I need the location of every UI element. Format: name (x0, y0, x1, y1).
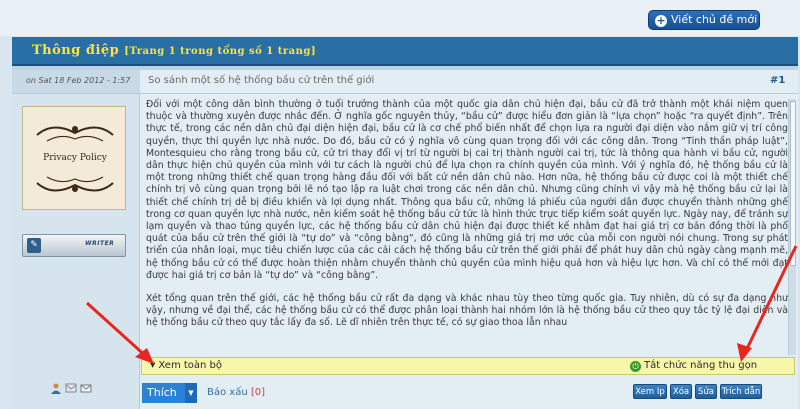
topic-header: Thông điệp [Trang 1 trong tổng số 1 tran… (12, 37, 798, 66)
private-message-icon[interactable] (65, 382, 77, 394)
contact-icons (50, 382, 92, 396)
plus-icon: + (655, 14, 667, 27)
header-page-info: [Trang 1 trong tổng số 1 trang] (124, 46, 317, 57)
pen-icon: ✎ (27, 238, 41, 253)
report-count: [0] (250, 387, 266, 398)
new-topic-button[interactable]: + Viết chủ đề mới (648, 10, 760, 30)
edit-button[interactable]: Sửa (695, 384, 717, 399)
avatar-label: Privacy Policy (43, 153, 107, 163)
post-body: Đối với một công dân bình thường ở tuổi … (146, 99, 788, 341)
post-number-link[interactable]: #1 (770, 75, 785, 86)
triangle-down-icon: ▼ (150, 361, 156, 369)
post-scrollbar[interactable] (788, 99, 796, 355)
avatar: Privacy Policy (22, 106, 126, 210)
post-date: on Sat 18 Feb 2012 - 1:57 (12, 70, 140, 94)
like-button[interactable]: Thích ▼ (142, 383, 197, 403)
power-icon: ⏻ (630, 361, 641, 372)
expand-all-link[interactable]: ▼ Xem toàn bộ (150, 360, 222, 371)
report-link[interactable]: Báo xấu [0] (207, 387, 265, 398)
email-icon[interactable] (80, 382, 92, 394)
like-label: Thích (147, 386, 177, 399)
rank-badge: ✎ WRITER (22, 234, 126, 257)
post-subject: So sánh một số hệ thống bầu cử trên thế … (148, 75, 375, 86)
rank-label: WRITER (85, 240, 115, 247)
post-paragraph-2: Xét tổng quan trên thế giới, các hệ thốn… (146, 293, 788, 329)
scrollbar-thumb[interactable] (790, 101, 796, 266)
view-ip-button[interactable]: Xem Ip (633, 384, 667, 399)
profile-icon[interactable] (50, 382, 62, 394)
disable-collapse-label: Tắt chức năng thu gọn (644, 360, 758, 371)
report-label: Báo xấu (207, 387, 248, 398)
new-topic-label: Viết chủ đề mới (671, 13, 758, 26)
disable-collapse-link[interactable]: ⏻ Tắt chức năng thu gọn (630, 360, 757, 372)
post-paragraph-1: Đối với một công dân bình thường ở tuổi … (146, 99, 788, 281)
header-title: Thông điệp (32, 43, 120, 58)
expand-all-label: Xem toàn bộ (158, 360, 223, 371)
delete-button[interactable]: Xóa (670, 384, 692, 399)
caret-down-icon[interactable]: ▼ (185, 383, 197, 403)
quote-button[interactable]: Trích dẫn (720, 384, 762, 399)
